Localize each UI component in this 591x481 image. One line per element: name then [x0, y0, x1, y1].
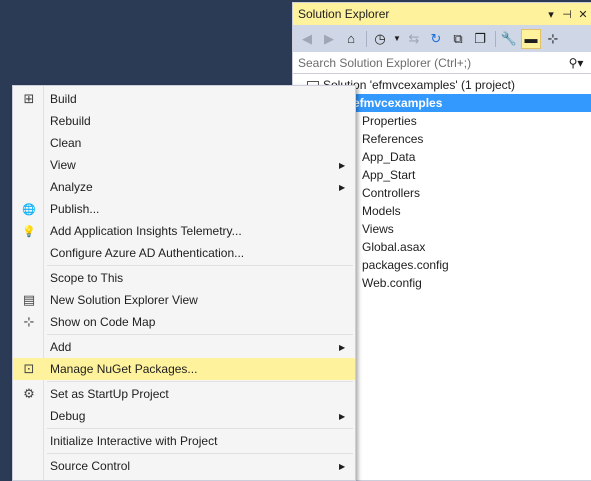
home-icon[interactable]: ⌂ — [341, 29, 361, 49]
submenu-arrow-icon: ▶ — [339, 411, 346, 421]
properties-wrench-icon[interactable]: 🔧 — [499, 29, 519, 49]
menu-item-scope-to-this[interactable]: Scope to This — [13, 267, 355, 289]
menu-item-rebuild[interactable]: Rebuild — [13, 110, 355, 132]
search-icon[interactable]: ⚲▾ — [561, 56, 591, 70]
menu-item-show-on-code-map[interactable]: ⊹ Show on Code Map — [13, 311, 355, 333]
menu-item-publish[interactable]: 🌐 Publish... — [13, 198, 355, 220]
menu-item-add[interactable]: Add ▶ — [13, 336, 355, 358]
submenu-arrow-icon: ▶ — [339, 461, 346, 471]
menu-item-debug[interactable]: Debug ▶ — [13, 405, 355, 427]
collapse-all-icon[interactable]: ⧉ — [448, 29, 468, 49]
show-all-files-icon[interactable]: ❐ — [470, 29, 490, 49]
menu-item-clean[interactable]: Clean — [13, 132, 355, 154]
window-options-icon[interactable]: ▾ — [543, 8, 559, 21]
pending-changes-filter-icon[interactable]: ◷ — [370, 29, 390, 49]
chevron-down-icon[interactable]: ▼ — [392, 29, 402, 49]
toolbar-separator — [495, 30, 496, 47]
globe-icon: 🌐 — [22, 203, 36, 216]
project-context-menu: ⊞ Build Rebuild Clean View ▶ Analyze ▶ 🌐… — [12, 85, 356, 481]
menu-item-new-solution-explorer-view[interactable]: ▤ New Solution Explorer View — [13, 289, 355, 311]
menu-item-manage-nuget-packages[interactable]: ⊡ Manage NuGet Packages... — [13, 358, 355, 380]
submenu-arrow-icon: ▶ — [339, 342, 346, 352]
menu-item-configure-azure-ad[interactable]: Configure Azure AD Authentication... — [13, 242, 355, 264]
menu-item-set-startup-project[interactable]: ⚙ Set as StartUp Project — [13, 383, 355, 405]
menu-separator — [47, 381, 353, 382]
menu-item-view[interactable]: View ▶ — [13, 154, 355, 176]
close-icon[interactable]: ✕ — [575, 8, 591, 21]
build-icon: ⊞ — [23, 91, 35, 106]
search-input[interactable]: Search Solution Explorer (Ctrl+;) — [298, 56, 561, 70]
preview-selected-icon[interactable]: ▬ — [521, 28, 541, 49]
submenu-arrow-icon: ▶ — [339, 160, 346, 170]
menu-item-source-control[interactable]: Source Control ▶ — [13, 455, 355, 477]
gear-icon: ⚙ — [23, 386, 35, 401]
menu-separator — [47, 428, 353, 429]
nuget-icon: ⊡ — [23, 361, 35, 376]
menu-item-build[interactable]: ⊞ Build — [13, 88, 355, 110]
auto-hide-pin-icon[interactable]: ⊣ — [559, 8, 575, 21]
forward-icon[interactable]: ▶ — [319, 29, 339, 49]
menu-item-analyze[interactable]: Analyze ▶ — [13, 176, 355, 198]
menu-separator — [47, 453, 353, 454]
solution-explorer-titlebar[interactable]: Solution Explorer ▾ ⊣ ✕ — [293, 3, 591, 25]
toolbar-separator — [366, 30, 367, 47]
back-icon[interactable]: ◀ — [297, 29, 317, 49]
menu-item-initialize-interactive[interactable]: Initialize Interactive with Project — [13, 430, 355, 452]
menu-separator — [47, 265, 353, 266]
sync-icon[interactable]: ⇆ — [404, 29, 424, 49]
code-map-icon: ⊹ — [23, 314, 35, 329]
menu-item-add-app-insights[interactable]: 💡 Add Application Insights Telemetry... — [13, 220, 355, 242]
solution-explorer-title: Solution Explorer — [298, 7, 390, 21]
refresh-icon[interactable]: ↻ — [426, 29, 446, 49]
menu-separator — [47, 334, 353, 335]
code-map-icon[interactable]: ⊹ — [543, 29, 563, 49]
new-view-icon: ▤ — [22, 292, 36, 307]
insights-icon: 💡 — [22, 225, 36, 238]
submenu-arrow-icon: ▶ — [339, 182, 346, 192]
search-box[interactable]: Search Solution Explorer (Ctrl+;) ⚲▾ — [293, 52, 591, 74]
solution-explorer-toolbar: ◀ ▶ ⌂ ◷ ▼ ⇆ ↻ ⧉ ❐ 🔧 ▬ ⊹ — [293, 25, 591, 52]
